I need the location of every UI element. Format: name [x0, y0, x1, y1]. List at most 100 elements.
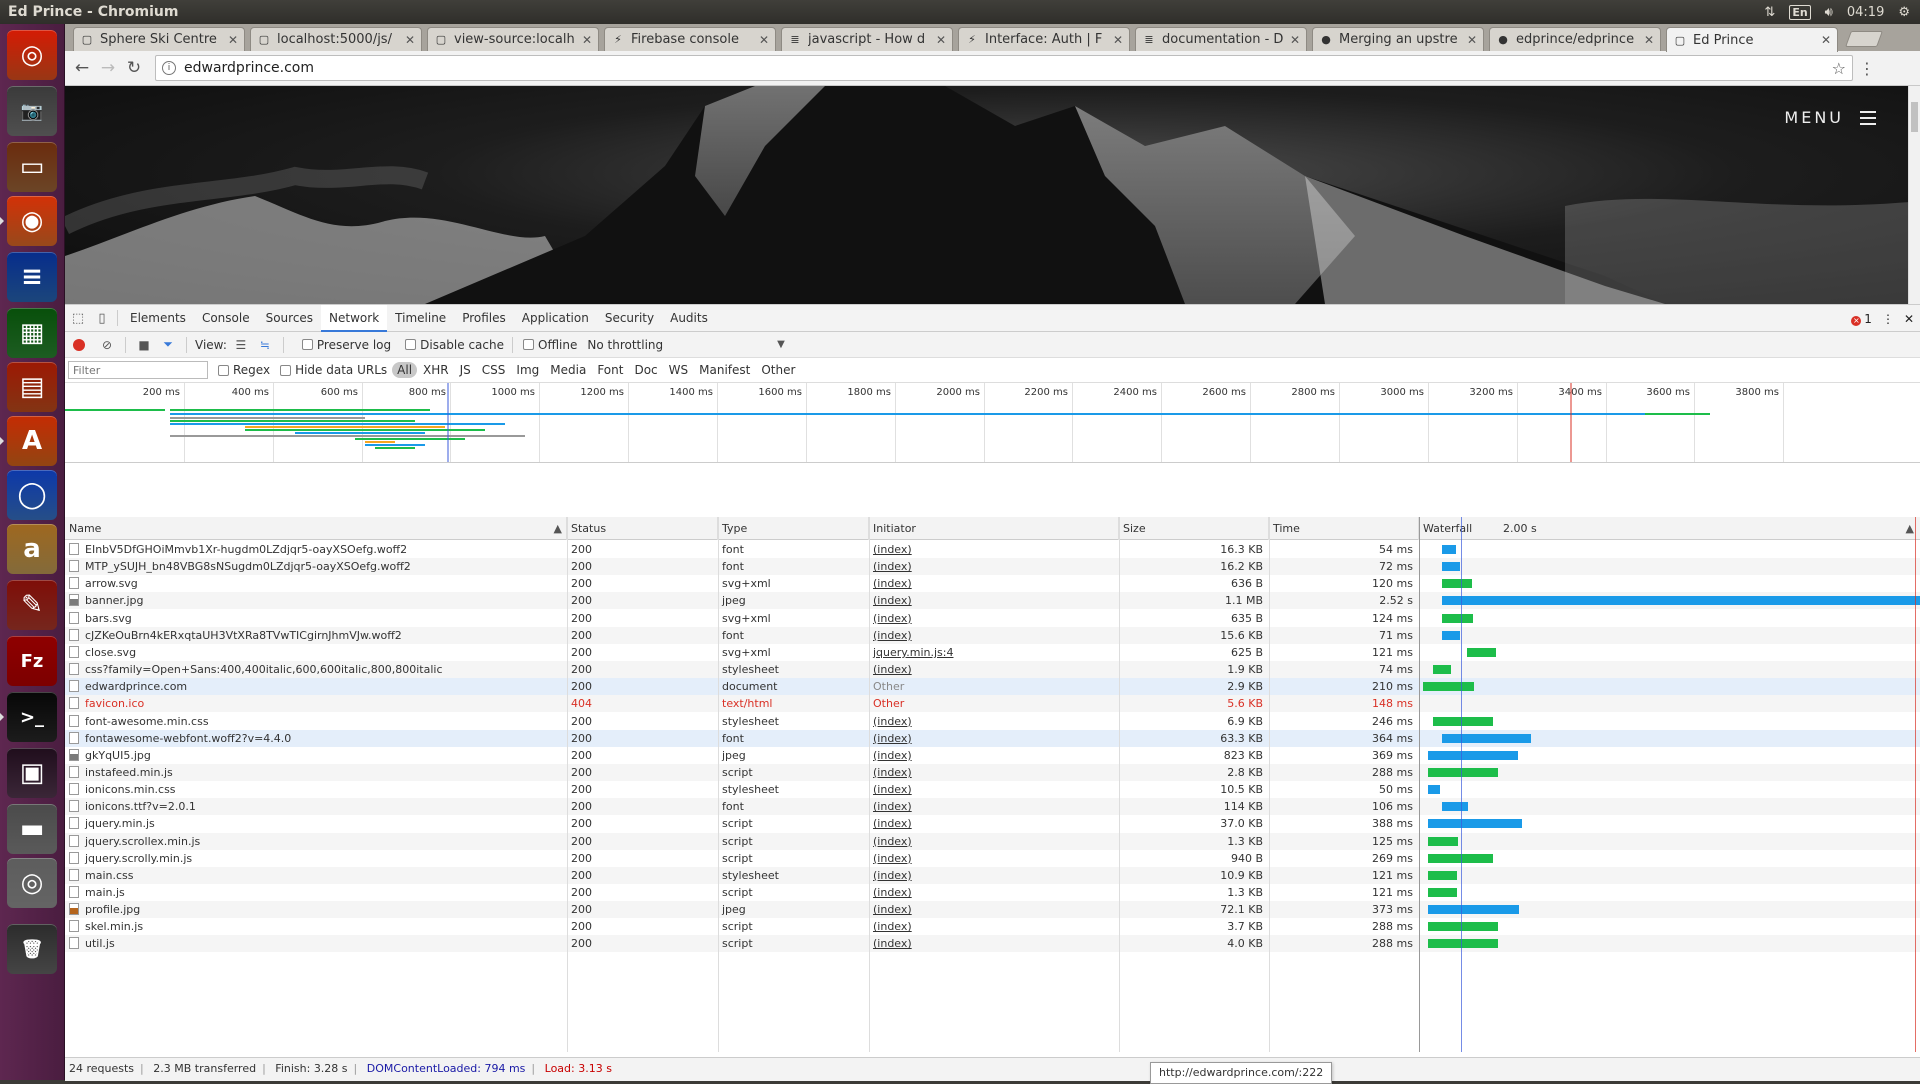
initiator-link[interactable]: (index) — [869, 781, 1119, 798]
error-counter[interactable]: × 1 — [1851, 312, 1872, 326]
waterfall-bar[interactable] — [1442, 630, 1460, 640]
close-icon[interactable]: ✕ — [1821, 33, 1831, 47]
request-name-cell[interactable]: cJZKeOuBrn4kERxqtaUH3VtXRa8TVwTICgirnJhm… — [65, 627, 567, 644]
table-row[interactable]: jquery.min.js 200 script (index) 37.0 KB 388 … — [65, 815, 1920, 832]
filter-type-css[interactable]: CSS — [477, 362, 511, 378]
request-name-cell[interactable]: instafeed.min.js — [65, 764, 567, 781]
tab-4[interactable]: ⚡ Firebase console ✕ — [604, 27, 776, 51]
throttling-select[interactable]: No throttling — [587, 338, 663, 352]
network-transfer-icon[interactable]: ⇅ — [1764, 5, 1775, 20]
table-row[interactable]: edwardprince.com 200 document Other 2.9 KB 21… — [65, 678, 1920, 696]
close-icon[interactable]: ✕ — [1467, 33, 1477, 47]
initiator-link[interactable]: (index) — [869, 798, 1119, 815]
tab-6[interactable]: ⚡ Interface: Auth | F ✕ — [958, 27, 1130, 51]
initiator-link[interactable]: (index) — [869, 901, 1119, 918]
overview-icon[interactable]: ≒ — [255, 338, 275, 352]
close-icon[interactable]: ✕ — [582, 33, 592, 47]
disable-cache-checkbox[interactable]: Disable cache — [405, 338, 504, 352]
column-header-size[interactable]: Size — [1119, 517, 1269, 540]
table-row[interactable]: profile.jpg 200 jpeg (index) 72.1 KB 373 ms — [65, 901, 1920, 919]
table-row[interactable]: skel.min.js 200 script (index) 3.7 KB 288 ms — [65, 918, 1920, 935]
system-gear-icon[interactable]: ⚙ — [1898, 5, 1910, 20]
devtools-tab-sources[interactable]: Sources — [258, 305, 321, 332]
request-name-cell[interactable]: arrow.svg — [65, 575, 567, 592]
keyboard-layout-indicator[interactable]: En — [1789, 4, 1811, 20]
software-center-icon[interactable]: A — [7, 416, 57, 466]
initiator-link[interactable]: (index) — [869, 764, 1119, 781]
request-name-cell[interactable]: jquery.min.js — [65, 815, 567, 832]
devtools-tab-audits[interactable]: Audits — [662, 305, 716, 332]
filter-type-js[interactable]: JS — [455, 362, 476, 378]
tab-7[interactable]: ≣ documentation - D ✕ — [1135, 27, 1307, 51]
ubuntu-dash-icon[interactable]: ◎ — [7, 30, 57, 80]
column-header-name[interactable]: Name ▲ — [65, 517, 567, 540]
table-row[interactable]: jquery.scrollex.min.js 200 script (index) 1.… — [65, 832, 1920, 850]
initiator-link[interactable]: (index) — [869, 867, 1119, 884]
filter-type-manifest[interactable]: Manifest — [694, 362, 755, 378]
request-name-cell[interactable]: edwardprince.com — [65, 678, 567, 695]
tab-9[interactable]: ● edprince/edprince ✕ — [1489, 27, 1661, 51]
large-rows-icon[interactable]: ☰ — [231, 338, 251, 352]
tab-3[interactable]: ▢ view-source:localh ✕ — [427, 27, 599, 51]
table-row[interactable]: jquery.scrolly.min.js 200 script (index) 940… — [65, 850, 1920, 867]
waterfall-bar[interactable] — [1466, 647, 1497, 657]
filter-icon[interactable]: ⏷ — [158, 337, 178, 352]
waterfall-bar[interactable] — [1427, 767, 1498, 777]
request-name-cell[interactable]: util.js — [65, 935, 567, 952]
files-icon[interactable]: ▭ — [7, 142, 57, 192]
column-header-type[interactable]: Type — [718, 517, 869, 540]
waterfall-bar[interactable] — [1427, 888, 1458, 897]
request-name-cell[interactable]: close.svg — [65, 644, 567, 661]
devtools-tab-security[interactable]: Security — [597, 305, 662, 332]
initiator-link[interactable]: (index) — [869, 610, 1119, 627]
close-icon[interactable]: ✕ — [1290, 33, 1300, 47]
tab-10[interactable]: ▢ Ed Prince ✕ — [1666, 27, 1838, 52]
record-icon[interactable] — [73, 338, 85, 351]
waterfall-bar[interactable] — [1427, 870, 1458, 880]
close-icon[interactable]: ✕ — [1113, 33, 1123, 47]
amazon-icon[interactable]: a — [7, 524, 57, 574]
request-name-cell[interactable]: profile.jpg — [65, 901, 567, 918]
table-row[interactable]: css?family=Open+Sans:400,400italic,600,6… — [65, 661, 1920, 679]
table-row[interactable]: bars.svg 200 svg+xml (index) 635 B 124 ms — [65, 610, 1920, 627]
calc-icon[interactable]: ▦ — [7, 308, 57, 358]
new-tab-button[interactable] — [1845, 31, 1883, 47]
request-name-cell[interactable]: main.css — [65, 867, 567, 884]
waterfall-bar[interactable] — [1432, 716, 1493, 726]
address-bar[interactable]: i edwardprince.com ☆ — [155, 55, 1853, 81]
table-row[interactable]: main.css 200 stylesheet (index) 10.9 KB 121 m… — [65, 866, 1920, 884]
page-scrollbar-thumb[interactable] — [1911, 102, 1918, 132]
filter-type-ws[interactable]: WS — [664, 362, 693, 378]
request-name-cell[interactable]: skel.min.js — [65, 918, 567, 935]
initiator-link[interactable]: jquery.min.js:4 — [869, 644, 1119, 661]
waterfall-bar[interactable] — [1427, 922, 1498, 932]
regex-checkbox[interactable]: Regex — [218, 363, 270, 377]
initiator-link[interactable]: (index) — [869, 884, 1119, 901]
table-row[interactable]: main.js 200 script (index) 1.3 KB 121 ms — [65, 884, 1920, 901]
request-name-cell[interactable]: favicon.ico — [65, 695, 567, 712]
table-row[interactable]: MTP_ySUJH_bn48VBG8sNSugdm0LZdjqr5-oayXSO… — [65, 558, 1920, 576]
table-row[interactable]: favicon.ico 404 text/html Other 5.6 KB 148 ms — [65, 695, 1920, 713]
waterfall-bar[interactable] — [1442, 545, 1456, 554]
filter-type-doc[interactable]: Doc — [629, 362, 662, 378]
site-menu-button[interactable]: MENU — [1784, 108, 1876, 127]
devtools-menu-icon[interactable]: ⋮ — [1882, 312, 1894, 326]
device-toolbar-icon[interactable]: ▯ — [91, 307, 113, 329]
hide-data-urls-checkbox[interactable]: Hide data URLs — [280, 363, 387, 377]
filter-input[interactable] — [68, 361, 208, 379]
close-icon[interactable]: ✕ — [759, 33, 769, 47]
table-row[interactable]: font-awesome.min.css 200 stylesheet (index)… — [65, 713, 1920, 730]
waterfall-bar[interactable] — [1442, 596, 1920, 606]
waterfall-bar[interactable] — [1432, 665, 1451, 675]
table-row[interactable]: cJZKeOuBrn4kERxqtaUH3VtXRa8TVwTICgirnJhm… — [65, 626, 1920, 644]
settings-icon[interactable]: ✎ — [7, 580, 57, 630]
volume-icon[interactable]: 🔊︎ — [1825, 5, 1833, 20]
close-icon[interactable]: ✕ — [228, 33, 238, 47]
waterfall-bar[interactable] — [1442, 613, 1473, 623]
tab-5[interactable]: ≣ javascript - How d ✕ — [781, 27, 953, 51]
capture-screenshots-icon[interactable]: ■ — [134, 338, 154, 352]
request-name-cell[interactable]: gkYqUI5.jpg — [65, 747, 567, 764]
initiator-link[interactable]: (index) — [869, 747, 1119, 764]
waterfall-bar[interactable] — [1442, 579, 1472, 589]
devtools-tab-timeline[interactable]: Timeline — [387, 305, 454, 332]
